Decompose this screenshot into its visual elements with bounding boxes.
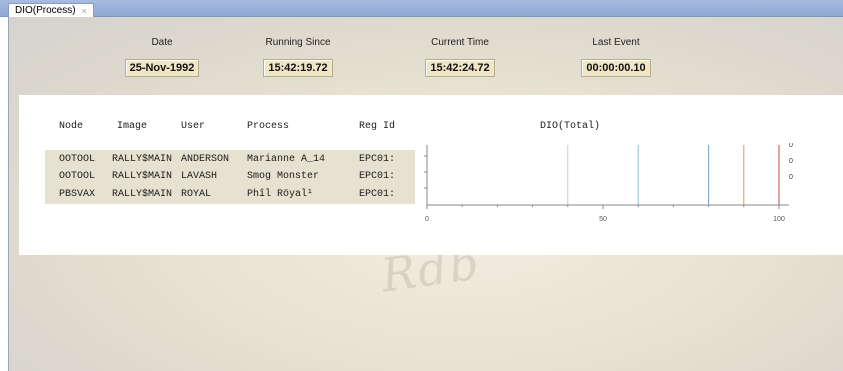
cell-image: RALLY$MAIN <box>112 154 173 165</box>
chart-title: DIO(Total) <box>540 121 601 132</box>
cell-image: RALLY$MAIN <box>112 171 173 182</box>
stat-date-value: 25-Nov-1992 <box>124 59 200 77</box>
tab-strip: DIO(Process) × <box>0 0 843 18</box>
stat-running-since-value: 15:42:19.72 <box>263 59 333 77</box>
bar-value-label: 0 <box>789 174 793 181</box>
cell-process: Phîl Röyal¹ <box>247 189 314 200</box>
col-header-reg-id: Reg Id <box>359 121 396 132</box>
cell-node: OOTOOL <box>59 154 96 165</box>
dio-total-chart: 0 0 0 0 50 100 <box>424 143 793 223</box>
cell-node: PBSVAX <box>59 189 96 200</box>
dio-window: Rdb Date 25-Nov-1992 Running Since 15:42… <box>8 17 843 371</box>
stat-running-since-label: Running Since <box>265 37 331 48</box>
stat-last-event-value: 00:00:00.10 <box>581 59 651 77</box>
x-tick-label: 100 <box>773 216 785 223</box>
stat-current-time: Current Time 15:42:24.72 <box>410 37 510 77</box>
tab-dio-process[interactable]: DIO(Process) × <box>8 3 94 18</box>
cell-user: ROYAL <box>181 189 212 200</box>
stat-current-time-label: Current Time <box>431 37 489 48</box>
x-tick-label: 0 <box>425 216 429 223</box>
stat-last-event-label: Last Event <box>592 37 640 48</box>
stat-date: Date 25-Nov-1992 <box>112 37 212 77</box>
cell-reg-id: EPC01: <box>359 171 396 182</box>
cell-process: Marianne A_14 <box>247 154 326 165</box>
cell-node: OOTOOL <box>59 171 96 182</box>
cell-image: RALLY$MAIN <box>112 189 173 200</box>
cell-reg-id: EPC01: <box>359 189 396 200</box>
process-panel: Node Image User Process Reg Id OOTOOL RA… <box>19 95 843 255</box>
col-header-user: User <box>181 121 206 132</box>
stat-running-since: Running Since 15:42:19.72 <box>248 37 348 77</box>
cell-process: Smog Monster <box>247 171 320 182</box>
stat-date-label: Date <box>151 37 173 48</box>
close-icon[interactable]: × <box>82 4 87 18</box>
stat-current-time-value: 15:42:24.72 <box>425 59 495 77</box>
cell-reg-id: EPC01: <box>359 154 396 165</box>
cell-user: LAVASH <box>181 171 218 182</box>
col-header-image: Image <box>117 121 148 132</box>
bar-value-label: 0 <box>789 143 793 149</box>
stat-last-event: Last Event 00:00:00.10 <box>566 37 666 77</box>
col-header-process: Process <box>247 121 290 132</box>
x-tick-label: 50 <box>599 216 607 223</box>
cell-user: ANDERSON <box>181 154 230 165</box>
col-header-node: Node <box>59 121 84 132</box>
tab-label: DIO(Process) <box>15 5 76 16</box>
bar-value-label: 0 <box>789 158 793 165</box>
